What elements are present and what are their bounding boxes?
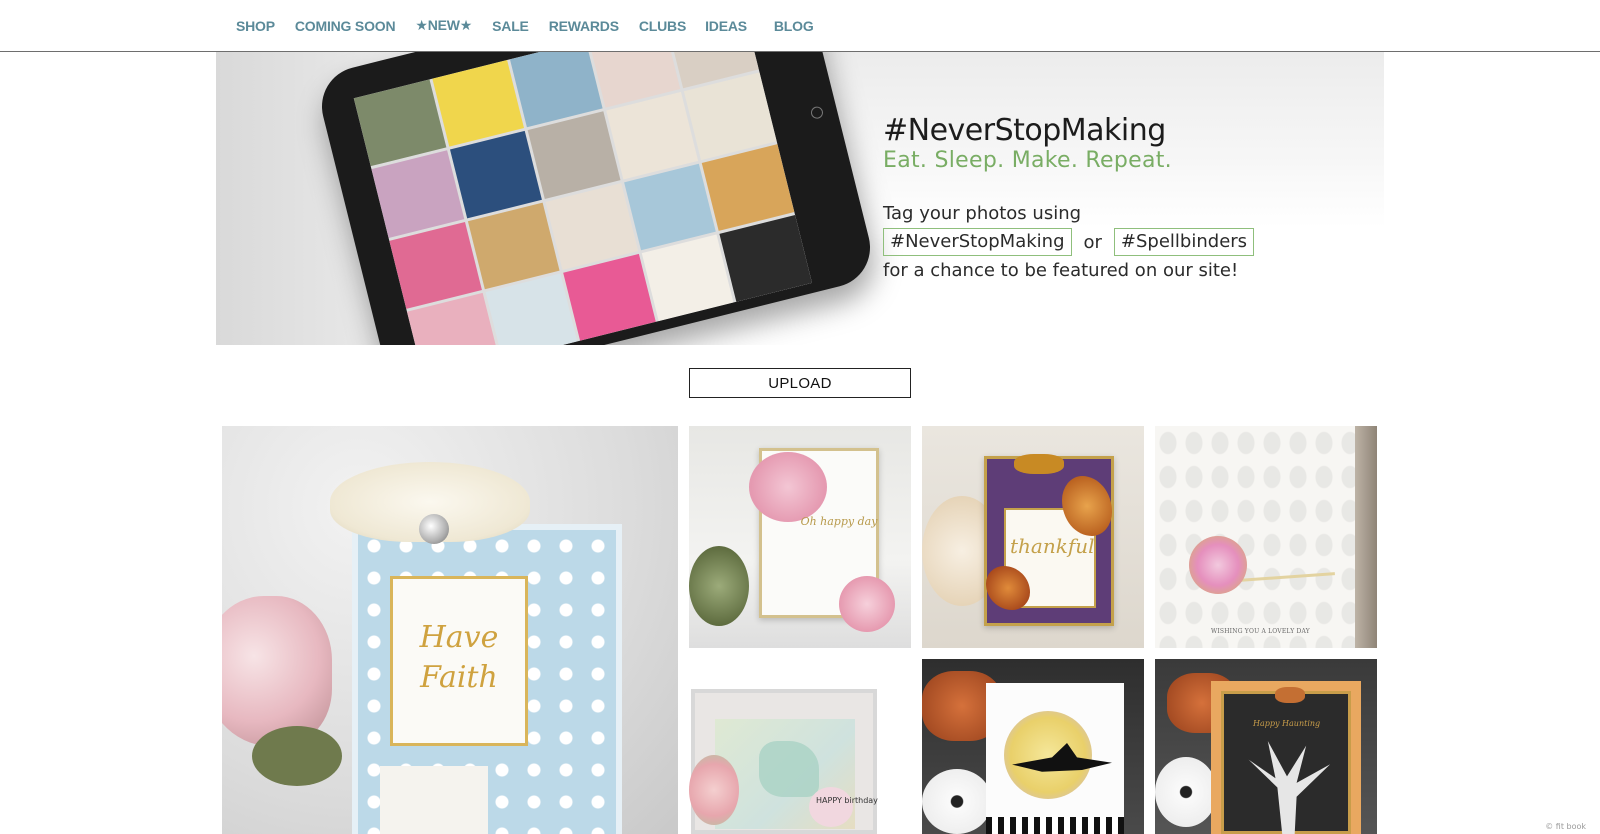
- nav-clubs[interactable]: CLUBS: [639, 18, 686, 34]
- card-caption: thankful: [1010, 534, 1095, 558]
- nav-rewards[interactable]: REWARDS: [549, 18, 619, 34]
- card-caption: Happy Haunting: [1253, 719, 1321, 728]
- anemone-flower-decor: [1155, 757, 1217, 827]
- tablet-camera-icon: [809, 105, 825, 120]
- embossed-card-panel: [1155, 426, 1355, 648]
- collage-tile: [719, 214, 813, 302]
- gramophone-decor: [759, 741, 819, 797]
- leaf-decor: [252, 726, 342, 786]
- hero-subtitle: Eat. Sleep. Make. Repeat.: [883, 148, 1172, 173]
- moon-decor: [1004, 711, 1092, 799]
- pink-flower-decor: [839, 576, 895, 632]
- nav-blog[interactable]: BLOG: [774, 18, 814, 34]
- gallery-card-floral-frame[interactable]: Oh happy day: [689, 426, 911, 648]
- gallery-card-haunting[interactable]: Happy Haunting: [1155, 659, 1377, 834]
- card-caption: WISHING YOU A LOVELY DAY: [1211, 628, 1310, 635]
- hero-tag-row: #NeverStopMaking or #Spellbinders: [883, 228, 1255, 256]
- hero-tag-intro: Tag your photos using: [883, 203, 1082, 224]
- hero-text: #NeverStopMaking Eat. Sleep. Make. Repea…: [883, 113, 1255, 284]
- collage-tile: [641, 234, 734, 322]
- nav-coming-soon[interactable]: COMING SOON: [295, 18, 396, 34]
- wood-background: [1355, 426, 1377, 648]
- hero-chance-text: for a chance to be featured on our site!: [883, 260, 1239, 281]
- top-navigation: SHOP COMING SOON ★NEW★ SALE REWARDS CLUB…: [0, 0, 1600, 52]
- card-script-text: Oh happy day: [800, 515, 878, 528]
- gallery-card-lovely-day[interactable]: WISHING YOU A LOVELY DAY: [1155, 426, 1377, 648]
- magnolia-flower-decor: [222, 596, 332, 746]
- gallery-card-have-faith[interactable]: Have Faith: [222, 426, 678, 834]
- nav-ideas[interactable]: IDEAS: [705, 18, 747, 34]
- leaf-decor: [689, 546, 749, 626]
- ribbon-bow: [1014, 454, 1064, 474]
- striped-border: [986, 817, 1124, 834]
- flower-cluster-decor: [689, 755, 739, 825]
- hero-banner: #NeverStopMaking Eat. Sleep. Make. Repea…: [216, 52, 1384, 345]
- flower-embellishment: [1189, 536, 1247, 594]
- tablet-photo-collage: [353, 52, 813, 345]
- tablet-image: [313, 52, 879, 345]
- nav-shop[interactable]: SHOP: [236, 18, 275, 34]
- gallery-card-witch[interactable]: [922, 659, 1144, 834]
- birthday-badge: [809, 787, 853, 827]
- anemone-flower-decor: [922, 769, 992, 834]
- collage-tile: [563, 253, 656, 341]
- upload-button[interactable]: UPLOAD: [689, 368, 911, 398]
- hashtag-spellbinders: #Spellbinders: [1113, 228, 1255, 256]
- ribbon-bow: [1275, 687, 1305, 703]
- hero-title: #NeverStopMaking: [883, 113, 1166, 148]
- nav-sale[interactable]: SALE: [492, 18, 529, 34]
- ribbon-band: [380, 766, 488, 834]
- gallery-card-birthday[interactable]: HAPPY birthday: [689, 659, 911, 834]
- jewel-embellishment: [419, 514, 449, 544]
- main-menu: SHOP COMING SOON ★NEW★ SALE REWARDS CLUB…: [226, 17, 814, 34]
- hero-tag-or: or: [1083, 231, 1102, 253]
- hashtag-neverstopmaking: #NeverStopMaking: [883, 228, 1072, 256]
- watermark: © fit book: [1545, 822, 1586, 831]
- card-caption: HAPPY birthday: [816, 796, 878, 805]
- card-script-text: Have Faith: [419, 620, 499, 695]
- gallery-card-thankful[interactable]: thankful: [922, 426, 1144, 648]
- nav-new[interactable]: ★NEW★: [415, 17, 472, 34]
- pink-flower-decor: [749, 452, 827, 522]
